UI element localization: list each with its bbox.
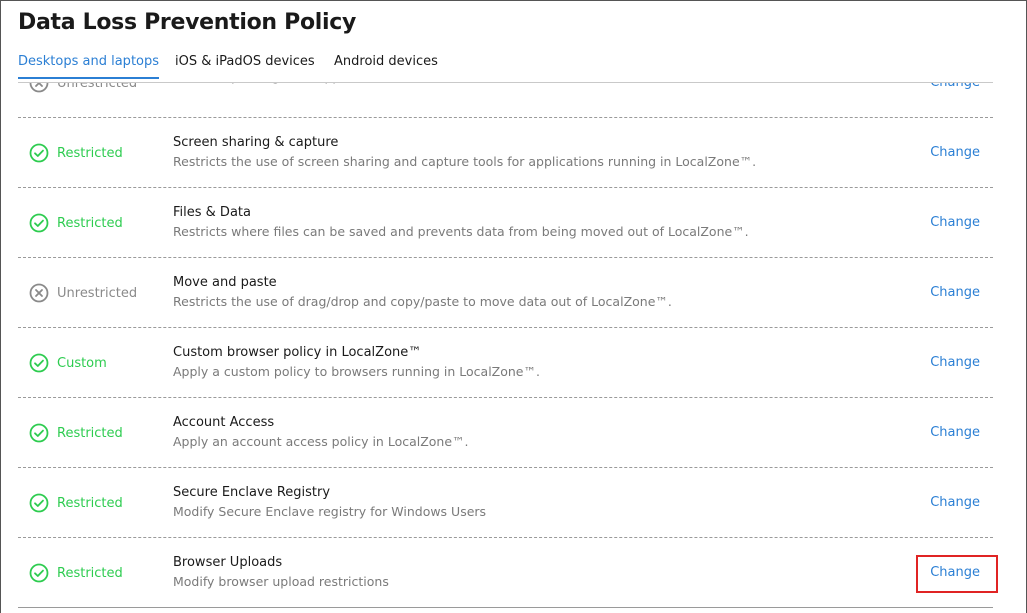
policy-name: Screen sharing & capture <box>173 135 339 150</box>
tab-ios-ipados-devices[interactable]: iOS & iPadOS devices <box>175 54 315 77</box>
policy-text: Move and paste Restricts the use of drag… <box>173 275 672 309</box>
check-circle-icon <box>29 143 49 163</box>
policy-text: Restricts printing from applications in … <box>173 83 492 84</box>
policy-name: Secure Enclave Registry <box>173 485 331 500</box>
policy-row: Unrestricted Restricts printing from app… <box>18 83 993 118</box>
policy-name: Files & Data <box>173 205 251 220</box>
policy-row: Restricted Account Access Apply an accou… <box>18 398 993 468</box>
status-label: Restricted <box>57 495 123 511</box>
policy-text: Files & Data Restricts where files can b… <box>173 205 749 239</box>
status-label: Custom <box>57 355 107 371</box>
policy-description: Restricts where files can be saved and p… <box>173 224 749 239</box>
policy-name: Custom browser policy in LocalZone™ <box>173 345 422 360</box>
policy-text: Secure Enclave Registry Modify Secure En… <box>173 485 486 519</box>
policy-list[interactable]: Unrestricted Restricts printing from app… <box>18 83 993 613</box>
policy-text: Screen sharing & capture Restricts the u… <box>173 135 756 169</box>
policy-status: Restricted <box>29 143 123 163</box>
status-label: Unrestricted <box>57 83 138 91</box>
tab-android-devices[interactable]: Android devices <box>334 54 438 77</box>
policy-description: Apply a custom policy to browsers runnin… <box>173 364 540 379</box>
change-link[interactable]: Change <box>930 215 980 230</box>
policy-status: Restricted <box>29 493 123 513</box>
policy-status: Custom <box>29 353 107 373</box>
policy-description: Apply an account access policy in LocalZ… <box>173 434 469 449</box>
change-link[interactable]: Change <box>930 425 980 440</box>
status-label: Restricted <box>57 565 123 581</box>
check-circle-icon <box>29 353 49 373</box>
x-circle-icon <box>29 83 49 93</box>
check-circle-icon <box>29 493 49 513</box>
policy-description: Restricts the use of drag/drop and copy/… <box>173 294 672 309</box>
check-circle-icon <box>29 213 49 233</box>
check-circle-icon <box>29 423 49 443</box>
policy-row: Restricted Secure Enclave Registry Modif… <box>18 468 993 538</box>
policy-description: Restricts the use of screen sharing and … <box>173 154 757 169</box>
policy-row: Restricted Files & Data Restricts where … <box>18 188 993 258</box>
policy-text: Custom browser policy in LocalZone™ Appl… <box>173 345 540 379</box>
policy-status: Unrestricted <box>29 83 137 93</box>
tab-desktops-and-laptops[interactable]: Desktops and laptops <box>18 54 160 79</box>
page-title: Data Loss Prevention Policy <box>18 10 357 35</box>
check-circle-icon <box>29 563 49 583</box>
change-link[interactable]: Change <box>930 495 980 510</box>
policy-status: Restricted <box>29 423 123 443</box>
status-label: Restricted <box>57 215 123 231</box>
policy-name: Move and paste <box>173 275 277 290</box>
policy-status: Restricted <box>29 213 123 233</box>
change-link[interactable]: Change <box>930 285 980 300</box>
policy-status: Restricted <box>29 563 123 583</box>
policy-text: Browser Uploads Modify browser upload re… <box>173 555 389 589</box>
status-label: Restricted <box>57 145 123 161</box>
status-label: Unrestricted <box>57 285 138 301</box>
policy-text: Account Access Apply an account access p… <box>173 415 469 449</box>
policy-description: Modify Secure Enclave registry for Windo… <box>173 504 487 519</box>
policy-row: Custom Custom browser policy in LocalZon… <box>18 328 993 398</box>
policy-row: Restricted Screen sharing & capture Rest… <box>18 118 993 188</box>
policy-description: Modify browser upload restrictions <box>173 574 389 589</box>
change-link[interactable]: Change <box>930 145 980 160</box>
policy-row: Unrestricted Move and paste Restricts th… <box>18 258 993 328</box>
x-circle-icon <box>29 283 49 303</box>
policy-status: Unrestricted <box>29 283 137 303</box>
change-link[interactable]: Change <box>930 83 980 90</box>
policy-row: Restricted Browser Uploads Modify browse… <box>18 538 993 608</box>
policy-rows: Unrestricted Restricts printing from app… <box>18 83 993 608</box>
status-label: Restricted <box>57 425 123 441</box>
highlight-box <box>916 555 998 593</box>
change-link[interactable]: Change <box>930 355 980 370</box>
policy-name: Browser Uploads <box>173 555 283 570</box>
policy-description: Restricts printing from applications in … <box>173 83 492 84</box>
policy-name: Account Access <box>173 415 275 430</box>
